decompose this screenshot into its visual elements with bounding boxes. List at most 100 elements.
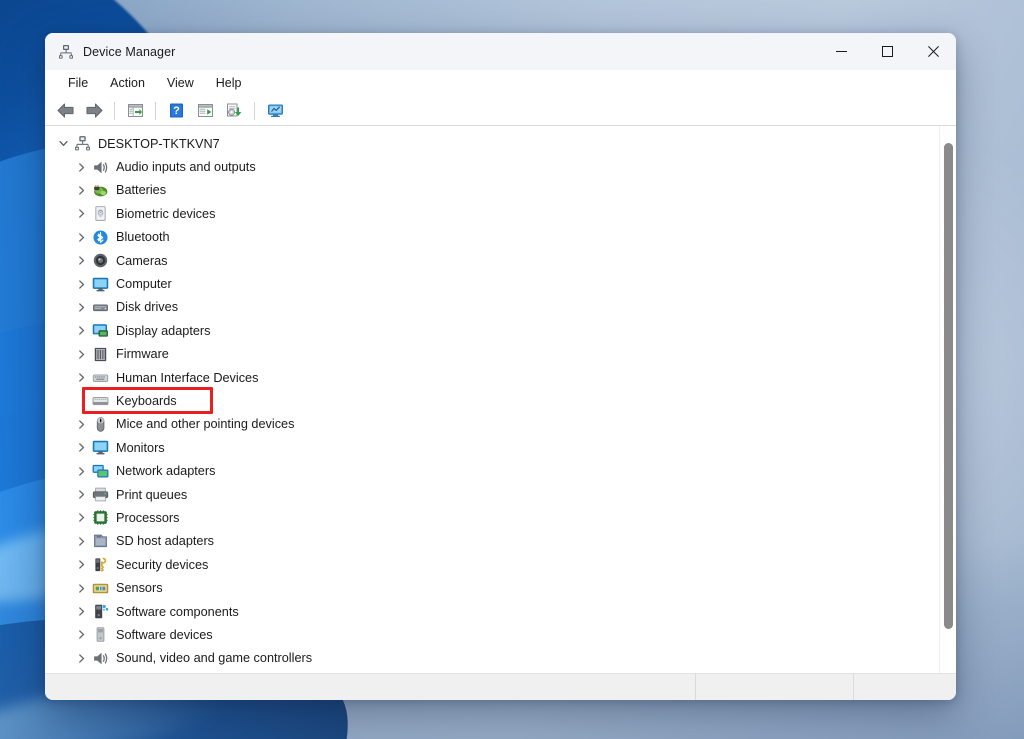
tree-item-label: Software components: [116, 604, 239, 619]
maximize-button[interactable]: [864, 33, 910, 70]
chevron-right-icon[interactable]: [73, 323, 89, 339]
mouse-icon: [96, 417, 105, 432]
tree-item-sd-host-adapters[interactable]: SD host adapters: [45, 530, 939, 553]
svg-text:?: ?: [173, 105, 180, 117]
chevron-right-icon[interactable]: [73, 182, 89, 198]
chevron-right-icon[interactable]: [73, 463, 89, 479]
tree-item-audio-inputs-and-outputs[interactable]: Audio inputs and outputs: [45, 155, 939, 178]
tree-item-bluetooth[interactable]: Bluetooth: [45, 226, 939, 249]
chevron-right-icon[interactable]: [73, 346, 89, 362]
tree-item-human-interface-devices[interactable]: Human Interface Devices: [45, 366, 939, 389]
sd-host-icon: [94, 534, 107, 547]
tree-item-label: Human Interface Devices: [116, 370, 259, 385]
tree-item-label: Keyboards: [116, 393, 177, 408]
menu-bar: File Action View Help: [45, 70, 956, 96]
tree-item-monitors[interactable]: Monitors: [45, 436, 939, 459]
tree-item-firmware[interactable]: Firmware: [45, 343, 939, 366]
menu-item-view[interactable]: View: [156, 74, 205, 92]
tree-item-print-queues[interactable]: Print queues: [45, 483, 939, 506]
tree-item-label: Biometric devices: [116, 206, 216, 221]
tree-item-software-devices[interactable]: Software devices: [45, 623, 939, 646]
speaker-icon: [94, 652, 108, 665]
chevron-right-icon[interactable]: [73, 580, 89, 596]
chevron-right-icon[interactable]: [73, 206, 89, 222]
chevron-down-icon[interactable]: [55, 136, 71, 152]
chevron-right-icon[interactable]: [73, 557, 89, 573]
tree-item-mice-and-other-pointing-devices[interactable]: Mice and other pointing devices: [45, 413, 939, 436]
minimize-button[interactable]: [818, 33, 864, 70]
help-button[interactable]: ?: [162, 98, 190, 124]
tree-item-processors[interactable]: Processors: [45, 506, 939, 529]
tree-item-display-adapters[interactable]: Display adapters: [45, 319, 939, 342]
software-component-icon: [95, 604, 109, 619]
back-icon: [57, 103, 73, 118]
update-driver-button[interactable]: [220, 98, 248, 124]
tree-item-label: Sensors: [116, 581, 163, 596]
keyboard-icon: [92, 397, 109, 406]
chevron-right-icon[interactable]: [73, 393, 89, 409]
chevron-right-icon[interactable]: [73, 253, 89, 269]
tree-item-label: Network adapters: [116, 464, 216, 479]
tree-item-label: Batteries: [116, 183, 167, 198]
show-hide-console-tree-button[interactable]: [121, 98, 149, 124]
forward-button[interactable]: [80, 98, 108, 124]
tree-item-keyboards[interactable]: Keyboards: [45, 389, 939, 412]
tree-item-storage-controllers[interactable]: Storage controllers: [45, 670, 939, 673]
tree-item-computer[interactable]: Computer: [45, 272, 939, 295]
close-button[interactable]: [910, 33, 956, 70]
status-bar-cell-1: [695, 674, 853, 700]
properties-icon: [197, 104, 213, 117]
title-bar[interactable]: Device Manager: [45, 33, 956, 70]
scan-for-hardware-changes-button[interactable]: [261, 98, 289, 124]
sensor-icon: [92, 583, 109, 593]
vertical-scrollbar[interactable]: [939, 126, 956, 673]
chevron-right-icon[interactable]: [73, 487, 89, 503]
chevron-right-icon[interactable]: [73, 533, 89, 549]
status-bar-cell-2: [853, 674, 956, 700]
tree-item-network-adapters[interactable]: Network adapters: [45, 459, 939, 482]
chevron-right-icon[interactable]: [73, 627, 89, 643]
processor-icon: [93, 510, 108, 526]
desktop-wallpaper: Device Manager File Action View Help ? D…: [0, 0, 1024, 739]
tree-root-node[interactable]: DESKTOP-TKTKVN7: [45, 132, 939, 155]
back-button[interactable]: [51, 98, 79, 124]
monitor-icon: [92, 441, 109, 455]
chevron-right-icon[interactable]: [73, 159, 89, 175]
toolbar-separator-1: [114, 101, 115, 120]
tree-item-software-components[interactable]: Software components: [45, 600, 939, 623]
menu-item-file[interactable]: File: [57, 74, 99, 92]
minimize-icon: [835, 51, 847, 52]
tree-item-sensors[interactable]: Sensors: [45, 576, 939, 599]
chevron-right-icon[interactable]: [73, 370, 89, 386]
chevron-right-icon[interactable]: [73, 604, 89, 620]
tree-item-batteries[interactable]: Batteries: [45, 179, 939, 202]
tree-item-label: Firmware: [116, 347, 169, 362]
chevron-right-icon[interactable]: [73, 650, 89, 666]
chevron-right-icon[interactable]: [73, 276, 89, 292]
device-manager-window: Device Manager File Action View Help ? D…: [45, 33, 956, 700]
properties-button[interactable]: [191, 98, 219, 124]
toolbar: ?: [45, 96, 956, 126]
printer-icon: [92, 487, 109, 502]
monitor-icon: [92, 277, 109, 291]
status-bar: [45, 673, 956, 700]
chevron-right-icon[interactable]: [73, 229, 89, 245]
toolbar-separator-2: [155, 101, 156, 120]
tree-item-security-devices[interactable]: Security devices: [45, 553, 939, 576]
chevron-right-icon[interactable]: [73, 440, 89, 456]
chevron-right-icon[interactable]: [73, 510, 89, 526]
vertical-scrollbar-thumb[interactable]: [944, 143, 953, 629]
tree-item-biometric-devices[interactable]: Biometric devices: [45, 202, 939, 225]
chevron-right-icon[interactable]: [73, 299, 89, 315]
network-adapter-icon: [92, 464, 109, 478]
tree-item-disk-drives[interactable]: Disk drives: [45, 296, 939, 319]
security-device-icon: [95, 557, 107, 572]
tree-item-label: Disk drives: [116, 300, 179, 315]
menu-item-help[interactable]: Help: [205, 74, 253, 92]
tree-item-sound-video-and-game-controllers[interactable]: Sound, video and game controllers: [45, 647, 939, 670]
tree-item-cameras[interactable]: Cameras: [45, 249, 939, 272]
chevron-right-icon[interactable]: [73, 416, 89, 432]
status-bar-main-text: [45, 674, 695, 700]
device-tree[interactable]: DESKTOP-TKTKVN7 Audio inputs and outputs…: [45, 126, 939, 673]
menu-item-action[interactable]: Action: [99, 74, 156, 92]
